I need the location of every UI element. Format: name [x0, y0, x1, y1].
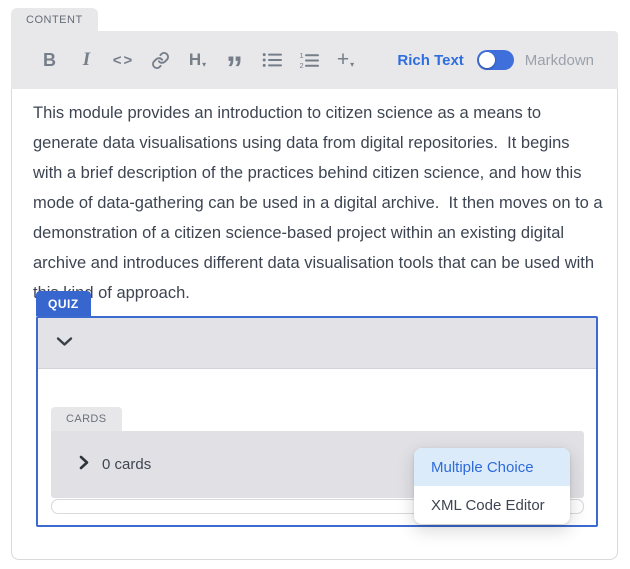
richtext-markdown-toggle[interactable]: [477, 50, 514, 70]
tab-quiz[interactable]: QUIZ: [36, 291, 91, 316]
editor-content-area[interactable]: This module provides an introduction to …: [11, 89, 618, 560]
chevron-down-icon: [56, 334, 73, 352]
menu-item-xml-code-editor[interactable]: XML Code Editor: [414, 486, 570, 524]
ordered-list-button[interactable]: 1 2: [290, 42, 327, 78]
markdown-label: Markdown: [525, 52, 594, 69]
cards-count-label: 0 cards: [102, 456, 151, 473]
tab-cards[interactable]: CARDS: [51, 407, 122, 431]
rich-text-label: Rich Text: [397, 52, 463, 69]
rich-text-toolbar: B I <> H ▾ ”: [11, 31, 618, 89]
bold-button[interactable]: B: [31, 42, 68, 78]
tab-quiz-label: QUIZ: [48, 297, 79, 311]
italic-button[interactable]: I: [68, 42, 105, 78]
italic-icon: I: [83, 49, 90, 71]
svg-text:2: 2: [299, 60, 303, 68]
add-block-button[interactable]: + ▾: [327, 42, 364, 78]
tab-content-label: CONTENT: [26, 14, 83, 26]
editor-mode-switcher: Rich Text Markdown: [397, 50, 594, 70]
toggle-knob: [479, 52, 495, 68]
code-button[interactable]: <>: [105, 42, 142, 78]
chevron-down-icon: ▾: [202, 60, 206, 69]
tab-content[interactable]: CONTENT: [11, 8, 98, 31]
ordered-list-icon: 1 2: [299, 52, 319, 69]
chevron-down-icon: ▾: [350, 60, 354, 69]
add-block-icon: +: [337, 48, 349, 72]
code-icon: <>: [113, 52, 135, 69]
blockquote-button[interactable]: ”: [216, 42, 253, 78]
editor-paragraph: This module provides an introduction to …: [33, 98, 603, 308]
svg-text:1: 1: [299, 52, 303, 60]
bullet-list-button[interactable]: [253, 42, 290, 78]
heading-button[interactable]: H ▾: [179, 42, 216, 78]
bold-icon: B: [43, 50, 56, 71]
chevron-right-icon: [79, 455, 89, 475]
bullet-list-icon: [262, 52, 282, 68]
menu-item-multiple-choice[interactable]: Multiple Choice: [414, 448, 570, 486]
quiz-collapse-header[interactable]: [38, 318, 596, 369]
tab-cards-label: CARDS: [66, 413, 107, 425]
link-button[interactable]: [142, 42, 179, 78]
heading-icon: H: [189, 50, 201, 70]
link-icon: [151, 51, 170, 70]
card-type-dropdown-menu: Multiple Choice XML Code Editor: [414, 448, 570, 524]
